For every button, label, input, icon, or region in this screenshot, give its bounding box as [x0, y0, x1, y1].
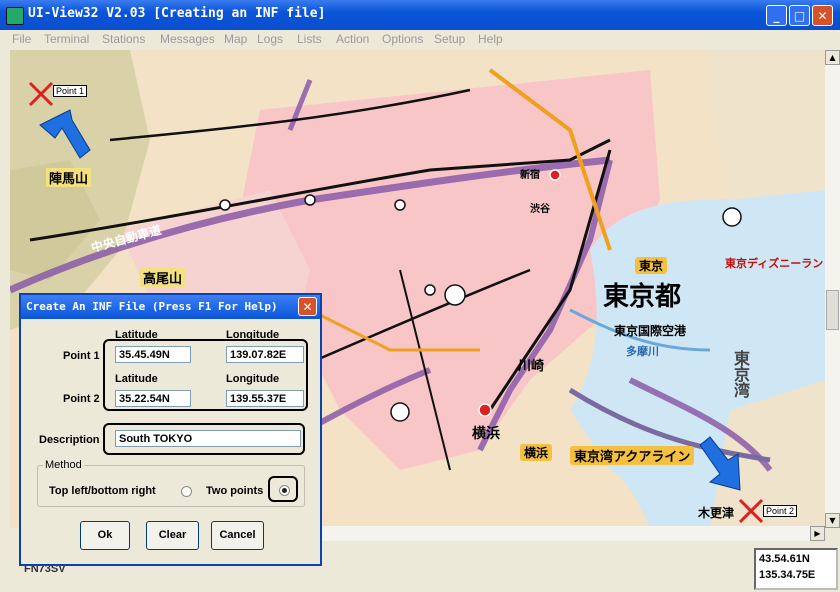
- menu-messages[interactable]: Messages: [160, 32, 215, 46]
- scroll-right-arrow-icon[interactable]: ▶: [810, 526, 825, 541]
- menu-terminal[interactable]: Terminal: [44, 32, 89, 46]
- point1-longitude-field[interactable]: 139.07.82E: [226, 346, 304, 363]
- map-label-tokyo-bay: 東京湾: [731, 350, 750, 398]
- map-label-yokohama-badge: 横浜: [520, 444, 553, 461]
- description-field[interactable]: South TOKYO: [115, 430, 301, 447]
- point2-label: Point 2: [63, 393, 100, 405]
- horizontal-scrollbar[interactable]: ▶: [320, 526, 825, 541]
- close-button[interactable]: ✕: [812, 5, 833, 26]
- latitude-header-2: Latitude: [115, 373, 158, 385]
- menu-help[interactable]: Help: [478, 32, 503, 46]
- map-label-kawasaki: 川崎: [518, 359, 545, 374]
- menu-file[interactable]: File: [12, 32, 31, 46]
- cursor-latitude: 43.54.61N: [759, 553, 810, 565]
- map-label-takaosan: 高尾山: [140, 268, 186, 287]
- method-option-twopoints-label: Two points: [206, 485, 264, 497]
- point2-longitude-field[interactable]: 139.55.37E: [226, 390, 304, 407]
- menu-action[interactable]: Action: [336, 32, 369, 46]
- scroll-down-arrow-icon[interactable]: ▼: [825, 513, 840, 528]
- clear-button[interactable]: Clear: [146, 521, 199, 550]
- method-twopoints-radio[interactable]: [279, 485, 290, 496]
- vertical-scrollbar[interactable]: ▲ ▼: [825, 50, 840, 528]
- map-label-tokyo-to: 東京都: [603, 282, 682, 312]
- method-option-topleft-label: Top left/bottom right: [49, 485, 156, 497]
- menu-logs[interactable]: Logs: [257, 32, 283, 46]
- point2-latitude-field[interactable]: 35.22.54N: [115, 390, 191, 407]
- map-label-haneda: 東京国際空港: [614, 324, 687, 338]
- minimize-button[interactable]: _: [766, 5, 787, 26]
- map-label-shibuya: 渋谷: [530, 204, 550, 215]
- cancel-button[interactable]: Cancel: [211, 521, 264, 550]
- map-label-tama-river: 多摩川: [626, 345, 659, 358]
- title-bar: UI-View32 V2.03 [Creating an INF file] _…: [0, 0, 840, 30]
- map-label-yokohama: 横浜: [472, 426, 500, 442]
- cursor-longitude: 135.34.75E: [759, 569, 816, 581]
- dialog-close-button[interactable]: ✕: [298, 297, 317, 316]
- dialog-title: Create An INF File (Press F1 For Help): [26, 300, 278, 313]
- method-label: Method: [43, 459, 84, 471]
- point1-label: Point 1: [63, 350, 100, 362]
- menu-lists[interactable]: Lists: [297, 32, 322, 46]
- menu-setup[interactable]: Setup: [434, 32, 465, 46]
- point2-tag: Point 2: [763, 505, 798, 517]
- method-topleft-radio[interactable]: [181, 486, 192, 497]
- window-title: UI-View32 V2.03 [Creating an INF file]: [28, 6, 326, 21]
- ok-button[interactable]: Ok: [80, 521, 130, 550]
- menu-map[interactable]: Map: [224, 32, 247, 46]
- vertical-scroll-thumb[interactable]: [826, 290, 839, 330]
- description-label: Description: [39, 434, 100, 446]
- map-label-aqualine: 東京湾アクアライン: [570, 446, 695, 465]
- menu-options[interactable]: Options: [382, 32, 423, 46]
- create-inf-dialog: Create An INF File (Press F1 For Help) ✕…: [19, 293, 322, 566]
- menu-bar: File Terminal Stations Messages Map Logs…: [0, 30, 840, 48]
- scroll-up-arrow-icon[interactable]: ▲: [825, 50, 840, 65]
- map-label-disneyland: 東京ディズニーラン: [725, 257, 824, 270]
- point1-tag: Point 1: [53, 85, 88, 97]
- longitude-header-2: Longitude: [226, 373, 280, 385]
- latitude-header-1: Latitude: [115, 329, 158, 341]
- longitude-header-1: Longitude: [226, 329, 280, 341]
- app-icon[interactable]: [6, 7, 24, 25]
- map-label-tokyo-badge: 東京: [635, 257, 668, 274]
- maximize-button[interactable]: □: [789, 5, 810, 26]
- map-label-jinbayama: 陣馬山: [46, 168, 92, 187]
- map-label-kisarazu: 木更津: [698, 506, 735, 520]
- cursor-coordinates: 43.54.61N 135.34.75E: [754, 548, 838, 590]
- point1-latitude-field[interactable]: 35.45.49N: [115, 346, 191, 363]
- map-label-shinjuku: 新宿: [520, 170, 540, 181]
- menu-stations[interactable]: Stations: [102, 32, 145, 46]
- dialog-title-bar[interactable]: Create An INF File (Press F1 For Help) ✕: [21, 295, 320, 319]
